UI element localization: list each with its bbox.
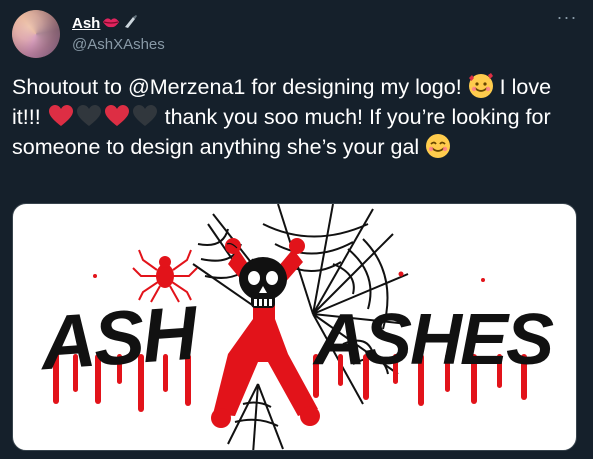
more-options-icon[interactable]: ··· (555, 8, 579, 28)
smiling-face-with-hearts-icon (468, 73, 493, 98)
logo-text-right: ASHES (312, 300, 554, 380)
handle[interactable]: @AshXAshes (72, 36, 165, 53)
tweet[interactable]: Ash @AshXAshes ··· Shoutout to @Merzena1… (0, 0, 593, 459)
red-heart-icon (48, 105, 73, 126)
tweet-text: Shoutout to @Merzena1 for designing my l… (12, 72, 577, 162)
lips-icon (102, 15, 120, 31)
spider-web-top (262, 204, 374, 315)
tweet-media-image[interactable]: ASH ASHES (12, 203, 577, 451)
red-heart-icon (104, 105, 129, 126)
display-name[interactable]: Ash (72, 15, 100, 32)
black-heart-icon (132, 105, 157, 126)
author-name-row: Ash (72, 12, 138, 34)
knife-icon (122, 14, 138, 32)
black-heart-icon (76, 105, 101, 126)
avatar[interactable] (12, 10, 60, 58)
ashxashes-logo-image: ASH ASHES (36, 204, 556, 450)
smiling-face-with-smiling-eyes-icon (426, 134, 451, 158)
logo-text-left: ASH (36, 290, 202, 386)
tweet-text-part-1: Shoutout to @Merzena1 for designing my l… (12, 75, 468, 99)
